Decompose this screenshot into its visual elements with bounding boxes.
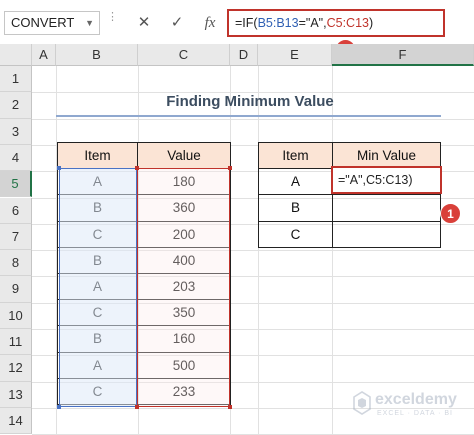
row-header-5[interactable]: 5 <box>0 171 32 198</box>
row-header-9[interactable]: 9 <box>0 276 32 303</box>
range-handle[interactable] <box>228 166 232 170</box>
watermark-name: exceldemy <box>375 391 457 408</box>
cancel-icon[interactable]: ✕ <box>133 10 155 36</box>
column-header-f[interactable]: F <box>332 44 474 66</box>
result-item-cell[interactable]: C <box>258 220 333 248</box>
result-item-cell[interactable]: B <box>258 194 333 222</box>
column-header-d[interactable]: D <box>230 44 258 66</box>
insert-function-icon[interactable]: fx <box>199 10 221 36</box>
row-header-7[interactable]: 7 <box>0 223 32 251</box>
active-cell-editor[interactable]: ="A",C5:C13) <box>331 166 442 194</box>
row-header-4[interactable]: 4 <box>0 144 32 172</box>
formula-part: =IF( <box>235 16 258 30</box>
row-header-12[interactable]: 12 <box>0 355 32 382</box>
enter-check-icon[interactable]: ✓ <box>166 10 188 36</box>
row-header-2[interactable]: 2 <box>0 92 32 119</box>
header-item[interactable]: Item <box>57 142 138 170</box>
range-handle[interactable] <box>57 166 61 170</box>
formula-input[interactable]: =IF(B5:B13="A",C5:C13) <box>227 9 445 37</box>
row-header-11[interactable]: 11 <box>0 329 32 356</box>
range-handle[interactable] <box>135 166 139 170</box>
range-handle[interactable] <box>228 405 232 409</box>
grid-row-line <box>32 118 474 120</box>
column-header-c[interactable]: C <box>138 44 230 66</box>
column-header-a[interactable]: A <box>32 44 56 66</box>
formula-part: ="A", <box>298 16 327 30</box>
row-header-14[interactable]: 14 <box>0 407 32 435</box>
result-min-cell[interactable] <box>332 220 441 248</box>
name-box-value: CONVERT <box>11 15 75 30</box>
column-header-e[interactable]: E <box>258 44 332 66</box>
divider-dots-icon: ⋮ <box>107 11 118 23</box>
formula-bar-area: CONVERT ▼ ⋮ ✕ ✓ fx =IF(B5:B13="A",C5:C13… <box>0 0 474 60</box>
range-highlight-c5-c13 <box>137 168 230 407</box>
row-header-6[interactable]: 6 <box>0 197 32 224</box>
result-min-cell[interactable] <box>332 194 441 222</box>
range-handle[interactable] <box>135 405 139 409</box>
page-title: Finding Minimum Value <box>166 93 334 110</box>
name-box[interactable]: CONVERT ▼ <box>4 11 100 35</box>
chevron-down-icon[interactable]: ▼ <box>85 12 94 34</box>
select-all-corner[interactable] <box>0 44 32 66</box>
range-highlight-b5-b13 <box>59 168 137 407</box>
row-header-10[interactable]: 10 <box>0 302 32 329</box>
watermark-logo: exceldemy EXCEL · DATA · BI <box>350 387 468 423</box>
row-header-8[interactable]: 8 <box>0 250 32 277</box>
formula-range-ref: C5:C13 <box>326 16 369 30</box>
header-value[interactable]: Value <box>137 142 231 170</box>
row-header-13[interactable]: 13 <box>0 381 32 408</box>
formula-range-ref: B5:B13 <box>257 16 299 30</box>
row-header-3[interactable]: 3 <box>0 118 32 145</box>
header-item[interactable]: Item <box>258 142 333 170</box>
range-handle[interactable] <box>57 405 61 409</box>
row-header-1[interactable]: 1 <box>0 66 32 93</box>
formula-part: ) <box>368 16 374 30</box>
step-badge: 1 <box>440 203 461 224</box>
column-header-b[interactable]: B <box>56 44 138 66</box>
watermark-tagline: EXCEL · DATA · BI <box>377 410 453 417</box>
title-underline <box>56 115 441 117</box>
result-item-cell[interactable]: A <box>258 168 333 196</box>
